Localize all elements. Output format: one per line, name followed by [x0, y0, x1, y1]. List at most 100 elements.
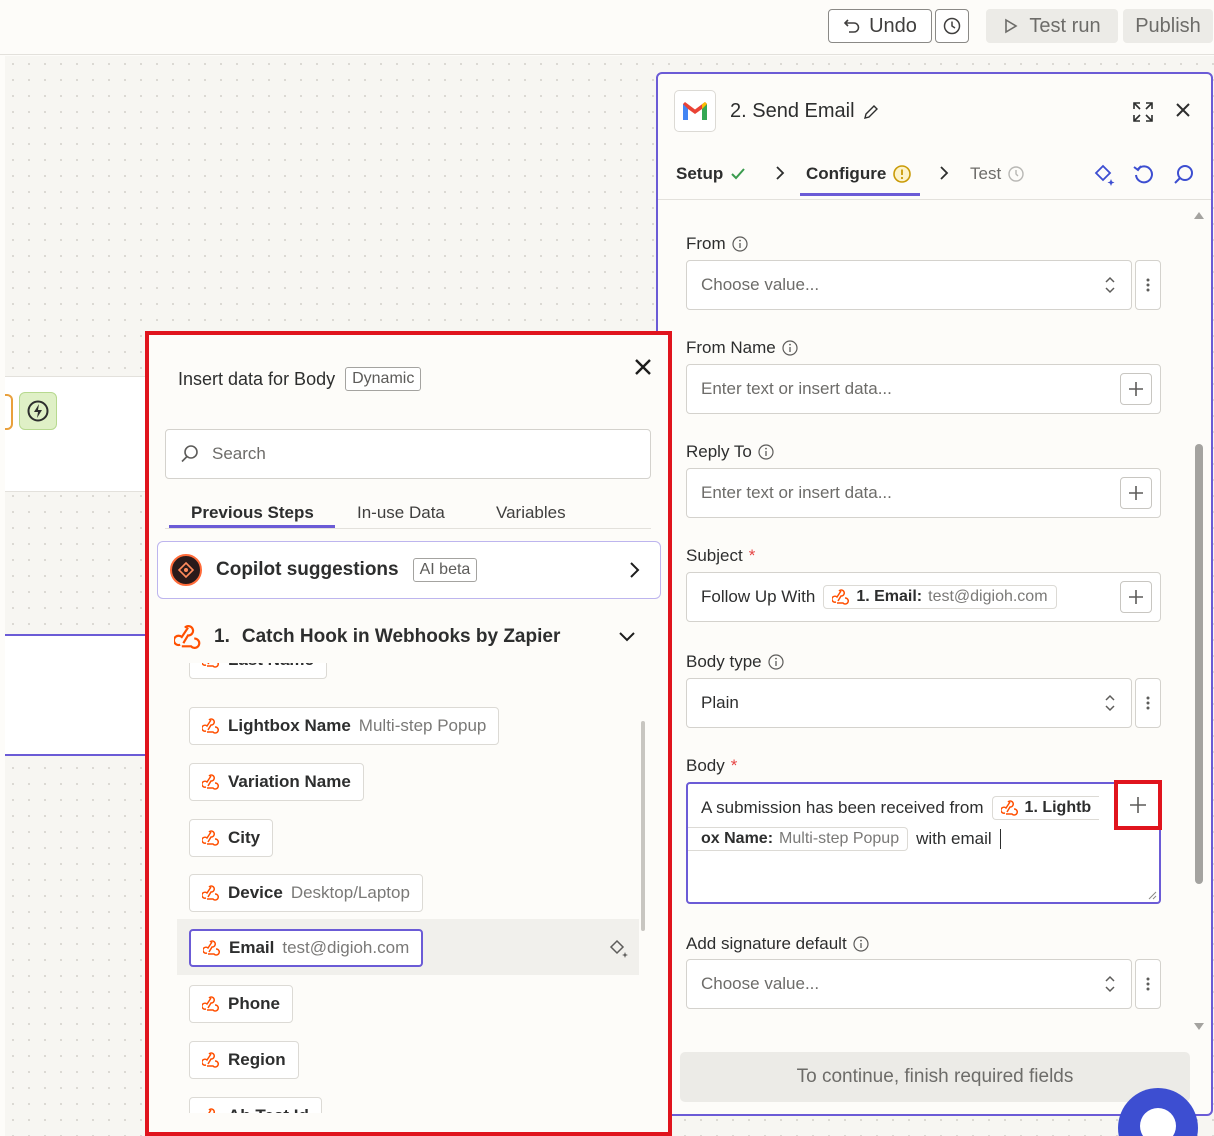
item-key: Variation Name	[228, 772, 351, 791]
from-select[interactable]: Choose value...	[686, 260, 1132, 310]
tab-configure-label: Configure	[806, 164, 887, 183]
history-button[interactable]	[935, 9, 969, 43]
item-key: Device	[228, 883, 283, 902]
reply-to-placeholder: Enter text or insert data...	[701, 483, 892, 502]
tab-variables[interactable]: Variables	[496, 503, 566, 523]
pill-key: ox Name:	[701, 830, 774, 847]
dynamic-badge: Dynamic	[345, 367, 422, 391]
list-item[interactable]: Lightbox Name Multi-step Popup	[189, 707, 500, 745]
info-icon[interactable]	[732, 236, 748, 252]
reply-to-input[interactable]: Enter text or insert data...	[686, 468, 1161, 518]
info-icon[interactable]	[758, 444, 774, 460]
expand-icon[interactable]	[1132, 101, 1154, 123]
test-run-button[interactable]: Test run	[986, 9, 1118, 43]
subject-input[interactable]: Follow Up With 1. Email: test@digioh.com	[686, 572, 1161, 622]
pencil-icon[interactable]	[863, 104, 879, 120]
step-group-header[interactable]: 1. Catch Hook in Webhooks by Zapier	[174, 623, 560, 651]
from-name-input[interactable]: Enter text or insert data...	[686, 364, 1161, 414]
insert-data-button[interactable]	[1120, 581, 1152, 613]
body-type-value: Plain	[701, 693, 739, 712]
copilot-title: Copilot suggestions	[216, 559, 399, 580]
list-item[interactable]: Variation Name	[189, 763, 364, 801]
tab-setup[interactable]: Setup	[676, 162, 747, 186]
webhook-icon	[202, 995, 220, 1013]
from-name-label: From Name	[686, 338, 798, 358]
tab-test[interactable]: Test	[970, 162, 1025, 186]
body-type-select[interactable]: Plain	[686, 678, 1132, 728]
undo-button[interactable]: Undo	[828, 9, 932, 43]
select-arrows-icon	[1103, 275, 1117, 295]
item-key: City	[228, 828, 261, 847]
resize-handle-icon[interactable]	[1147, 890, 1157, 900]
tab-previous-steps[interactable]: Previous Steps	[191, 503, 314, 523]
chevron-right-icon	[938, 164, 950, 182]
info-icon[interactable]	[768, 654, 784, 670]
search-icon[interactable]	[1172, 163, 1196, 187]
copilot-icon	[170, 554, 202, 586]
data-fields-list[interactable]: Last Name Lightbox Name Multi-step Popup…	[149, 663, 639, 1113]
close-icon[interactable]	[1174, 101, 1192, 119]
gmail-icon	[681, 100, 709, 122]
step-title[interactable]: 2. Send Email	[730, 100, 879, 123]
signature-label: Add signature default	[686, 934, 869, 954]
body-type-options-button[interactable]	[1135, 678, 1161, 728]
from-options-button[interactable]	[1135, 260, 1161, 310]
more-vertical-icon	[1146, 277, 1150, 293]
body-text: A submission has been received from	[701, 798, 984, 817]
copilot-suggestions-row[interactable]: Copilot suggestions AI beta	[157, 541, 661, 599]
app-logo	[674, 90, 716, 132]
info-icon[interactable]	[853, 936, 869, 952]
insert-data-button[interactable]	[1120, 477, 1152, 509]
insert-data-button[interactable]	[1120, 373, 1152, 405]
list-item[interactable]: City	[189, 819, 274, 857]
chevron-right-icon	[774, 164, 786, 182]
list-item[interactable]: Device Desktop/Laptop	[189, 874, 423, 912]
plus-icon	[1128, 381, 1144, 397]
list-item[interactable]: Last Name	[189, 663, 327, 679]
action-node-card[interactable]	[5, 634, 150, 756]
body-type-label: Body type	[686, 652, 784, 672]
body-line: A submission has been received from 1. L…	[701, 796, 1100, 820]
list-item[interactable]: Phone	[189, 985, 293, 1023]
editor-scrollbar[interactable]	[1193, 210, 1204, 1030]
node-action-button[interactable]	[19, 392, 57, 430]
body-insert-data-button[interactable]	[1114, 780, 1162, 830]
ai-sparkle-icon[interactable]	[1092, 163, 1116, 187]
list-item[interactable]: Region	[189, 1041, 299, 1079]
body-line: ox Name: Multi-step Popup with email	[688, 827, 1001, 851]
webhook-icon	[174, 623, 202, 651]
body-textarea[interactable]: A submission has been received from 1. L…	[686, 782, 1161, 904]
info-icon[interactable]	[782, 340, 798, 356]
step-title-text: 2. Send Email	[730, 100, 855, 122]
refresh-icon[interactable]	[1132, 163, 1156, 187]
list-item[interactable]: Email test@digioh.com	[189, 929, 424, 967]
continue-button[interactable]: To continue, finish required fields	[680, 1052, 1190, 1102]
test-run-label: Test run	[1029, 14, 1101, 37]
webhook-icon	[202, 773, 220, 791]
signature-options-button[interactable]	[1135, 959, 1161, 1009]
more-vertical-icon	[1146, 976, 1150, 992]
tab-configure[interactable]: Configure	[806, 162, 912, 186]
signature-select[interactable]: Choose value...	[686, 959, 1132, 1009]
plus-icon	[1128, 485, 1144, 501]
ai-sparkle-icon[interactable]	[609, 939, 629, 959]
body-type-label-text: Body type	[686, 652, 762, 671]
tab-in-use-data[interactable]: In-use Data	[357, 503, 445, 523]
body-label-text: Body	[686, 756, 725, 775]
search-input[interactable]: Search	[165, 429, 651, 479]
play-icon	[1003, 18, 1019, 34]
data-pill[interactable]: 1. Lightb	[991, 796, 1100, 820]
from-label-text: From	[686, 234, 726, 253]
popover-scrollbar-thumb[interactable]	[641, 721, 645, 931]
data-pill[interactable]: 1. Email: test@digioh.com	[823, 585, 1057, 609]
chevron-down-icon[interactable]	[617, 631, 637, 643]
body-text: with email	[916, 829, 992, 848]
popover-title-text: Insert data for Body	[178, 368, 336, 389]
list-item[interactable]: Ab Test Id	[189, 1097, 322, 1113]
scrollbar-thumb[interactable]	[1195, 444, 1203, 884]
close-icon[interactable]	[633, 357, 653, 377]
body-label: Body *	[686, 756, 737, 776]
more-vertical-icon	[1146, 695, 1150, 711]
publish-button[interactable]: Publish	[1123, 9, 1213, 43]
data-pill-continued[interactable]: ox Name: Multi-step Popup	[688, 827, 909, 851]
